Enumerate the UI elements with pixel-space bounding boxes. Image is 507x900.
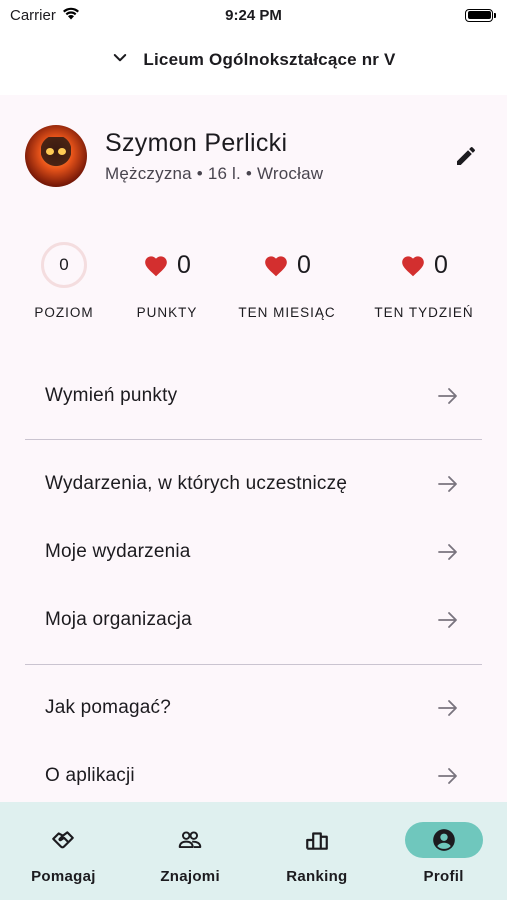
carrier-label: Carrier: [10, 6, 56, 24]
battery-icon: [465, 8, 496, 22]
menu-item-label: Wydarzenia, w których uczestniczę: [45, 473, 348, 494]
stat-level: 0 POZIOM: [4, 242, 124, 320]
menu-item-attending-events[interactable]: Wydarzenia, w których uczestniczę: [25, 455, 482, 513]
menu-item-label: Moje wydarzenia: [45, 541, 191, 562]
menu-item-about-app[interactable]: O aplikacji: [25, 747, 482, 805]
account-circle-icon: [432, 829, 455, 851]
menu-item-how-to-help[interactable]: Jak pomagać?: [25, 679, 482, 737]
arrow-right-icon: [438, 612, 457, 628]
menu-item-exchange-points[interactable]: Wymień punkty: [25, 367, 482, 425]
stat-value-month: 0: [297, 250, 311, 279]
menu-item-my-events[interactable]: Moje wydarzenia: [25, 523, 482, 581]
nav-label: Znajomi: [160, 868, 220, 885]
nav-item-znajomi[interactable]: Znajomi: [127, 802, 254, 900]
menu-item-label: Wymień punkty: [45, 385, 178, 406]
heart-icon: [400, 253, 426, 277]
stats-row: 0 POZIOM 0 PUNKTY 0 TEN MIESIĄC 0 TEN TY…: [0, 242, 507, 332]
profile-meta: Mężczyzna • 16 l. • Wrocław: [105, 163, 324, 183]
bottom-navigation: Pomagaj Znajomi Ranking Profil: [0, 802, 507, 900]
arrow-right-icon: [438, 476, 457, 492]
school-selector[interactable]: Liceum Ogólnokształcące nr V: [0, 38, 507, 82]
heart-icon: [143, 253, 169, 277]
nav-item-profil[interactable]: Profil: [380, 802, 507, 900]
nav-label: Ranking: [286, 868, 348, 885]
stat-label-month: TEN MIESIĄC: [238, 305, 336, 320]
arrow-right-icon: [438, 700, 457, 716]
avatar[interactable]: [25, 125, 87, 187]
profile-header: Szymon Perlicki Mężczyzna • 16 l. • Wroc…: [25, 125, 482, 187]
divider: [25, 664, 482, 665]
pencil-icon: [457, 146, 476, 165]
edit-profile-button[interactable]: [450, 140, 482, 172]
stat-month: 0 TEN MIESIĄC: [227, 242, 347, 321]
menu-item-my-organization[interactable]: Moja organizacja: [25, 591, 482, 649]
nav-label: Pomagaj: [31, 868, 96, 885]
menu-item-label: O aplikacji: [45, 765, 135, 786]
handshake-icon: [52, 831, 75, 849]
stat-label-week: TEN TYDZIEŃ: [374, 305, 474, 320]
level-indicator: 0: [41, 242, 87, 288]
nav-label: Profil: [423, 868, 464, 885]
stat-points: 0 PUNKTY: [107, 242, 227, 321]
arrow-right-icon: [438, 544, 457, 560]
status-bar: Carrier 9:24 PM: [0, 0, 507, 30]
ranking-icon: [306, 832, 328, 850]
chevron-down-icon: [111, 49, 129, 72]
menu-item-label: Moja organizacja: [45, 609, 192, 630]
stat-label-level: POZIOM: [34, 305, 94, 320]
stat-value-week: 0: [434, 250, 448, 279]
profile-content: Szymon Perlicki Mężczyzna • 16 l. • Wroc…: [0, 95, 507, 802]
stat-value-points: 0: [177, 250, 191, 279]
nav-active-indicator: [404, 822, 483, 858]
wifi-icon: [62, 6, 80, 24]
stat-week: 0 TEN TYDZIEŃ: [364, 242, 484, 321]
divider: [25, 439, 482, 440]
heart-icon: [263, 253, 289, 277]
school-name: Liceum Ogólnokształcące nr V: [143, 50, 396, 69]
profile-name: Szymon Perlicki: [105, 128, 288, 157]
arrow-right-icon: [438, 768, 457, 784]
arrow-right-icon: [438, 388, 457, 404]
nav-item-pomagaj[interactable]: Pomagaj: [0, 802, 127, 900]
menu-item-label: Jak pomagać?: [45, 697, 171, 718]
people-icon: [178, 831, 202, 849]
stat-label-points: PUNKTY: [136, 305, 198, 320]
nav-item-ranking[interactable]: Ranking: [254, 802, 381, 900]
